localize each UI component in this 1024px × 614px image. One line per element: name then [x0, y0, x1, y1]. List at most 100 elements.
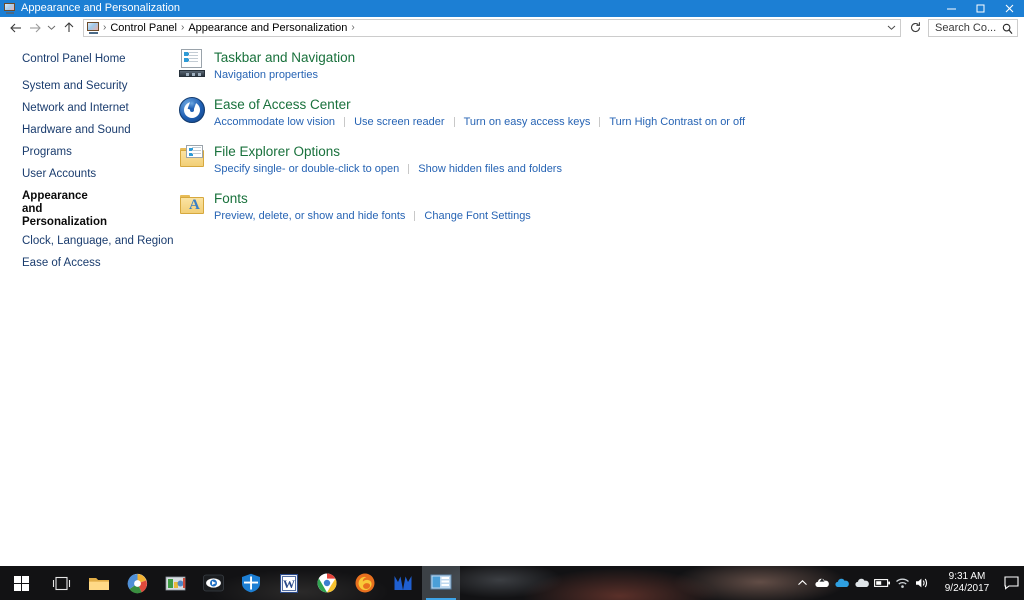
link-specify-click-to-open[interactable]: Specify single- or double-click to open: [214, 162, 399, 176]
category-list: Taskbar and Navigation Navigation proper…: [176, 38, 1024, 600]
link-accommodate-low-vision[interactable]: Accommodate low vision: [214, 115, 335, 129]
category-ease-of-access-center: Ease of Access Center Accommodate low vi…: [178, 96, 1024, 129]
back-button[interactable]: [6, 18, 25, 37]
link-preview-delete-show-hide-fonts[interactable]: Preview, delete, or show and hide fonts: [214, 209, 405, 223]
file-explorer-options-icon[interactable]: [178, 143, 208, 173]
sidebar-item-control-panel-home[interactable]: Control Panel Home: [0, 53, 176, 66]
close-button[interactable]: [995, 0, 1024, 17]
category-title[interactable]: Taskbar and Navigation: [214, 50, 355, 66]
sidebar-item-programs[interactable]: Programs: [0, 146, 176, 159]
task-view-icon: [52, 576, 70, 590]
window-title-bar[interactable]: Appearance and Personalization: [0, 0, 1024, 17]
category-links: Accommodate low vision Use screen reader…: [214, 115, 745, 129]
folder-icon: [89, 577, 109, 590]
sidebar-item-network-and-internet[interactable]: Network and Internet: [0, 102, 176, 115]
action-center-button[interactable]: [998, 566, 1024, 600]
picasa-icon: [127, 573, 147, 593]
task-view-button[interactable]: [42, 566, 80, 600]
clock[interactable]: 9:31 AM 9/24/2017: [936, 571, 998, 595]
control-panel-button[interactable]: [422, 566, 460, 600]
breadcrumb-item-control-panel[interactable]: Control Panel: [107, 20, 180, 36]
sidebar-item-ease-of-access[interactable]: Ease of Access: [0, 257, 176, 270]
ease-of-access-icon[interactable]: [178, 96, 208, 126]
picasa-button[interactable]: [118, 566, 156, 600]
taskbar: W 9:31 AM 9/24/2017: [0, 566, 1024, 600]
firefox-button[interactable]: [346, 566, 384, 600]
recent-locations-button[interactable]: [44, 18, 59, 37]
category-links: Specify single- or double-click to open …: [214, 162, 562, 176]
category-title[interactable]: Ease of Access Center: [214, 97, 745, 113]
maximize-button[interactable]: [966, 0, 995, 17]
chrome-button[interactable]: [308, 566, 346, 600]
sidebar-item-appearance-and-personalization[interactable]: Appearance and Personalization: [0, 190, 110, 229]
breadcrumb-separator-trailing[interactable]: ›: [350, 20, 355, 36]
cloud-blue-icon[interactable]: [832, 566, 852, 600]
category-title[interactable]: Fonts: [214, 191, 531, 207]
address-bar[interactable]: › Control Panel › Appearance and Persona…: [83, 18, 901, 37]
firefox-icon: [355, 573, 375, 593]
link-show-hidden-files-and-folders[interactable]: Show hidden files and folders: [418, 162, 562, 176]
show-hidden-icons-chevron[interactable]: [792, 566, 812, 600]
m-logo-icon: [394, 576, 412, 590]
taskbar-buttons: W: [0, 566, 460, 600]
window-content: Control Panel Home System and Security N…: [0, 38, 1024, 600]
link-divider: [414, 211, 416, 221]
start-button[interactable]: [0, 566, 42, 600]
sidebar-item-label: Appearance and Personalization: [22, 190, 107, 228]
cloud-white-icon[interactable]: [852, 566, 872, 600]
defender-button[interactable]: [232, 566, 270, 600]
sidebar-item-user-accounts[interactable]: User Accounts: [0, 168, 176, 181]
refresh-button[interactable]: [907, 19, 923, 37]
control-panel-icon: [87, 21, 100, 34]
onedrive-sync-icon[interactable]: [812, 566, 832, 600]
media-app-button[interactable]: [156, 566, 194, 600]
link-turn-on-easy-access-keys[interactable]: Turn on easy access keys: [464, 115, 591, 129]
search-input-value: Search Co...: [935, 21, 997, 34]
window-title: Appearance and Personalization: [21, 2, 181, 14]
chrome-icon: [317, 573, 337, 593]
category-title[interactable]: File Explorer Options: [214, 144, 562, 160]
link-change-font-settings[interactable]: Change Font Settings: [424, 209, 530, 223]
sidebar-item-clock-language-and-region[interactable]: Clock, Language, and Region: [0, 235, 176, 248]
window-controls: [937, 0, 1024, 17]
minimize-button[interactable]: [937, 0, 966, 17]
word-icon: W: [280, 573, 298, 593]
fonts-icon[interactable]: A: [178, 190, 208, 220]
sidebar-item-system-and-security[interactable]: System and Security: [0, 80, 176, 93]
category-links: Navigation properties: [214, 68, 355, 82]
breadcrumb-item-appearance[interactable]: Appearance and Personalization: [185, 20, 350, 36]
forward-button[interactable]: [25, 18, 44, 37]
link-use-screen-reader[interactable]: Use screen reader: [354, 115, 445, 129]
control-panel-icon: [430, 574, 452, 590]
category-file-explorer-options: File Explorer Options Specify single- or…: [178, 143, 1024, 176]
search-input[interactable]: Search Co...: [928, 18, 1018, 40]
malwarebytes-button[interactable]: [384, 566, 422, 600]
eye-app-button[interactable]: [194, 566, 232, 600]
link-divider: [453, 117, 455, 127]
category-links: Preview, delete, or show and hide fonts …: [214, 209, 531, 223]
link-divider: [408, 164, 410, 174]
link-navigation-properties[interactable]: Navigation properties: [214, 68, 318, 82]
link-turn-high-contrast-on-or-off[interactable]: Turn High Contrast on or off: [609, 115, 745, 129]
word-button[interactable]: W: [270, 566, 308, 600]
link-divider: [344, 117, 346, 127]
wifi-icon[interactable]: [892, 566, 912, 600]
up-button[interactable]: [59, 18, 78, 37]
clock-date: 9/24/2017: [944, 583, 990, 594]
eye-icon: [202, 574, 224, 592]
media-app-icon: [165, 576, 185, 591]
clock-time: 9:31 AM: [948, 571, 986, 582]
svg-text:W: W: [283, 577, 295, 591]
category-taskbar-and-navigation: Taskbar and Navigation Navigation proper…: [178, 49, 1024, 82]
search-icon[interactable]: [1002, 22, 1013, 40]
system-tray: 9:31 AM 9/24/2017: [792, 566, 1024, 600]
battery-icon[interactable]: [872, 566, 892, 600]
taskbar-navigation-icon[interactable]: [178, 49, 208, 79]
file-explorer-button[interactable]: [80, 566, 118, 600]
sidebar-item-hardware-and-sound[interactable]: Hardware and Sound: [0, 124, 176, 137]
link-divider: [599, 117, 601, 127]
category-fonts: A Fonts Preview, delete, or show and hid…: [178, 190, 1024, 223]
navigation-toolbar: › Control Panel › Appearance and Persona…: [0, 17, 1024, 38]
chevron-down-icon[interactable]: [884, 20, 898, 36]
volume-icon[interactable]: [912, 566, 932, 600]
